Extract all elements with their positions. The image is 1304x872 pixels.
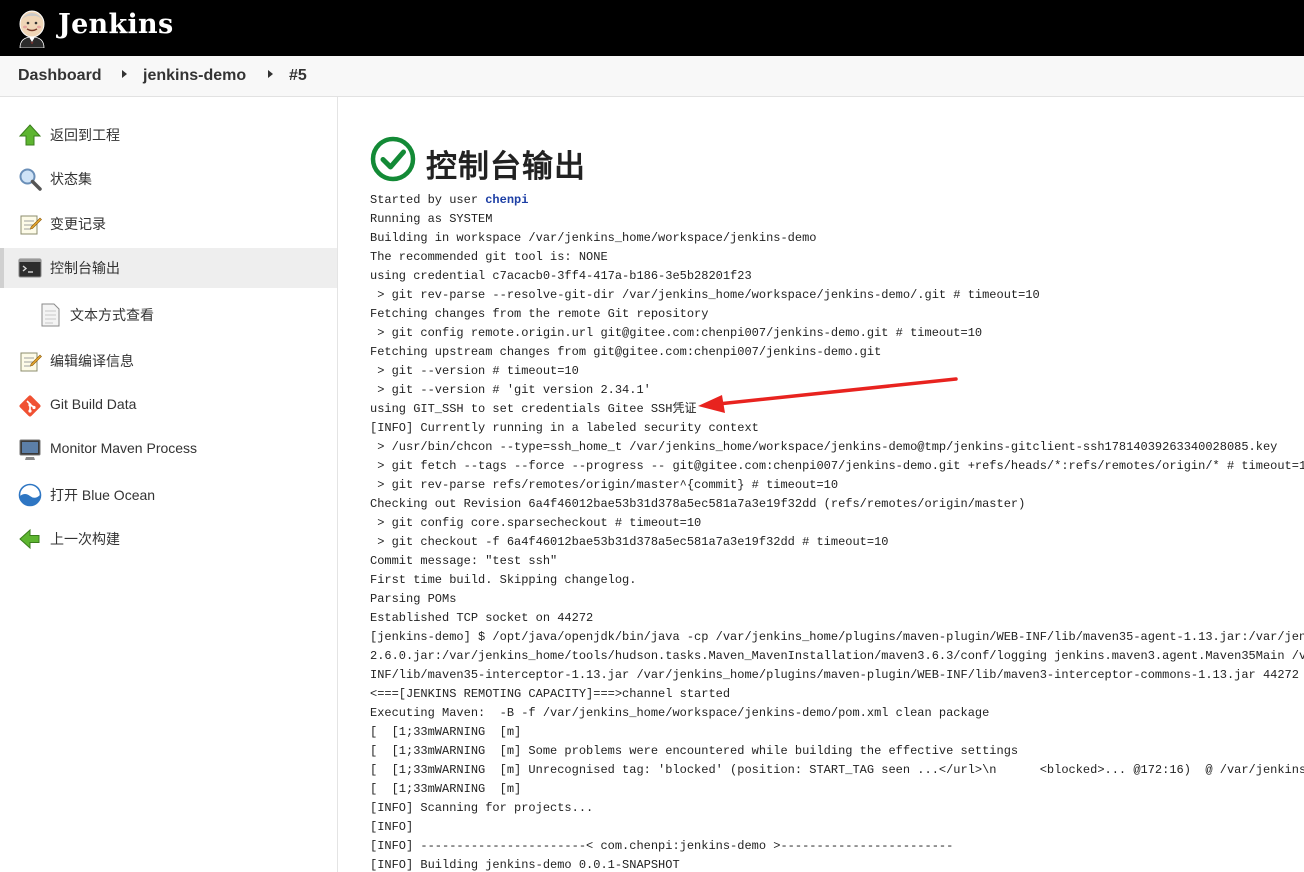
console-line: [INFO] -----------------------< com.chen…	[370, 839, 954, 853]
sidebar-item-label: 编辑编译信息	[50, 353, 134, 369]
console-line: Established TCP socket on 44272	[370, 611, 594, 625]
sidebar-item-changes[interactable]: 变更记录	[0, 204, 337, 244]
started-by-prefix: Started by user	[370, 193, 486, 207]
sidebar-item-open-blue-ocean[interactable]: 打开 Blue Ocean	[0, 475, 337, 515]
sidebar-item-label: 打开 Blue Ocean	[50, 487, 156, 503]
document-icon	[41, 303, 60, 327]
sidebar-item-monitor-maven-process[interactable]: Monitor Maven Process	[0, 430, 337, 470]
console-line: [ [1;33mWARNING [m]	[370, 725, 522, 739]
console-line: Building in workspace /var/jenkins_home/…	[370, 231, 817, 245]
console-line: [INFO] Scanning for projects...	[370, 801, 594, 815]
top-header-bar: Jenkins	[0, 0, 1304, 56]
console-line: <===[JENKINS REMOTING CAPACITY]===>chann…	[370, 687, 731, 701]
console-line: [jenkins-demo] $ /opt/java/openjdk/bin/j…	[370, 630, 1304, 644]
sidebar-item-label: 变更记录	[50, 216, 106, 232]
terminal-icon	[18, 258, 42, 278]
breadcrumb-jenkins-demo[interactable]: jenkins-demo	[143, 67, 246, 85]
user-link-chenpi[interactable]: chenpi	[485, 193, 528, 207]
console-line: > git --version # timeout=10	[377, 364, 579, 378]
console-line: > /usr/bin/chcon --type=ssh_home_t /var/…	[377, 440, 1278, 454]
console-log-lines: Running as SYSTEM Building in workspace …	[370, 212, 1304, 872]
console-line: [ [1;33mWARNING [m] Unrecognised tag: 'b…	[370, 763, 1304, 777]
sidebar-item-back-to-project[interactable]: 返回到工程	[0, 115, 337, 155]
sidebar-item-previous-build[interactable]: 上一次构建	[0, 519, 337, 559]
sidebar-item-label: Monitor Maven Process	[50, 440, 198, 456]
console-line: Running as SYSTEM	[370, 212, 493, 226]
sidebar-item-label: 状态集	[50, 171, 92, 187]
console-line: Fetching upstream changes from git@gitee…	[370, 345, 882, 359]
console-line: [INFO] Building jenkins-demo 0.0.1-SNAPS…	[370, 858, 680, 872]
git-icon	[19, 395, 41, 417]
breadcrumb-build-5[interactable]: #5	[289, 67, 307, 85]
console-line: > git checkout -f 6a4f46012bae53b31d378a…	[377, 535, 889, 549]
monitor-icon	[19, 439, 41, 460]
jenkins-butler-icon[interactable]	[16, 8, 48, 48]
console-line: [ [1;33mWARNING [m] Some problems were e…	[370, 744, 1019, 758]
notepad-icon	[20, 215, 42, 235]
left-arrow-icon	[19, 528, 40, 550]
console-line: Commit message: "test ssh"	[370, 554, 558, 568]
sidebar-item-label: 控制台输出	[50, 260, 120, 276]
sidebar-item-label: 文本方式查看	[70, 307, 154, 323]
console-line: Parsing POMs	[370, 592, 457, 606]
console-line: [INFO]	[370, 820, 414, 834]
jenkins-brand-title[interactable]: Jenkins	[58, 9, 173, 40]
console-line: The recommended git tool is: NONE	[370, 250, 608, 264]
sidebar-item-edit-build-info[interactable]: 编辑编译信息	[0, 341, 337, 381]
console-line: [INFO] Currently running in a labeled se…	[370, 421, 759, 435]
sidebar-item-label: 返回到工程	[50, 127, 120, 143]
console-line: [ [1;33mWARNING [m]	[370, 782, 522, 796]
success-check-icon	[370, 136, 416, 182]
sidebar-item-git-build-data[interactable]: Git Build Data	[0, 386, 337, 426]
console-line: Executing Maven: -B -f /var/jenkins_home…	[370, 706, 990, 720]
console-line: > git rev-parse --resolve-git-dir /var/j…	[377, 288, 1040, 302]
console-line: > git fetch --tags --force --progress --…	[377, 459, 1304, 473]
console-line: > git config remote.origin.url git@gitee…	[377, 326, 983, 340]
main-content: 控制台输出 Started by user chenpi Running as …	[338, 97, 1304, 872]
console-line: > git rev-parse refs/remotes/origin/mast…	[377, 478, 839, 492]
sidebar: 返回到工程 状态集 变更记录 控制台输出 文本方式查看 编辑编译信息 Git B…	[0, 97, 338, 872]
sidebar-item-view-as-text[interactable]: 文本方式查看	[0, 295, 337, 335]
console-line: > git config core.sparsecheckout # timeo…	[377, 516, 702, 530]
page-title: 控制台输出	[426, 149, 586, 184]
chevron-right-icon[interactable]	[268, 70, 273, 78]
sidebar-item-status[interactable]: 状态集	[0, 159, 337, 199]
sidebar-item-label: Git Build Data	[50, 396, 137, 412]
console-line: using credential c7acacb0-3ff4-417a-b186…	[370, 269, 752, 283]
chevron-right-icon[interactable]	[122, 70, 127, 78]
magnifier-icon	[19, 168, 42, 191]
breadcrumb-dashboard[interactable]: Dashboard	[18, 67, 102, 85]
console-line: First time build. Skipping changelog.	[370, 573, 637, 587]
sidebar-item-console-output[interactable]: 控制台输出	[0, 248, 337, 288]
blue-ocean-icon	[18, 483, 42, 507]
sidebar-item-label: 上一次构建	[50, 531, 120, 547]
console-line: Fetching changes from the remote Git rep…	[370, 307, 709, 321]
console-output: Started by user chenpi Running as SYSTEM…	[370, 191, 1304, 872]
console-line: INF/lib/maven35-interceptor-1.13.jar /va…	[370, 668, 1299, 682]
console-line: 2.6.0.jar:/var/jenkins_home/tools/hudson…	[370, 649, 1304, 663]
console-line: Checking out Revision 6a4f46012bae53b31d…	[370, 497, 1026, 511]
console-line: > git --version # 'git version 2.34.1'	[377, 383, 651, 397]
console-line: using GIT_SSH to set credentials Gitee S…	[370, 402, 697, 416]
breadcrumb: Dashboard jenkins-demo #5	[0, 56, 1304, 97]
notepad-icon	[20, 352, 42, 372]
up-arrow-icon	[18, 124, 42, 146]
